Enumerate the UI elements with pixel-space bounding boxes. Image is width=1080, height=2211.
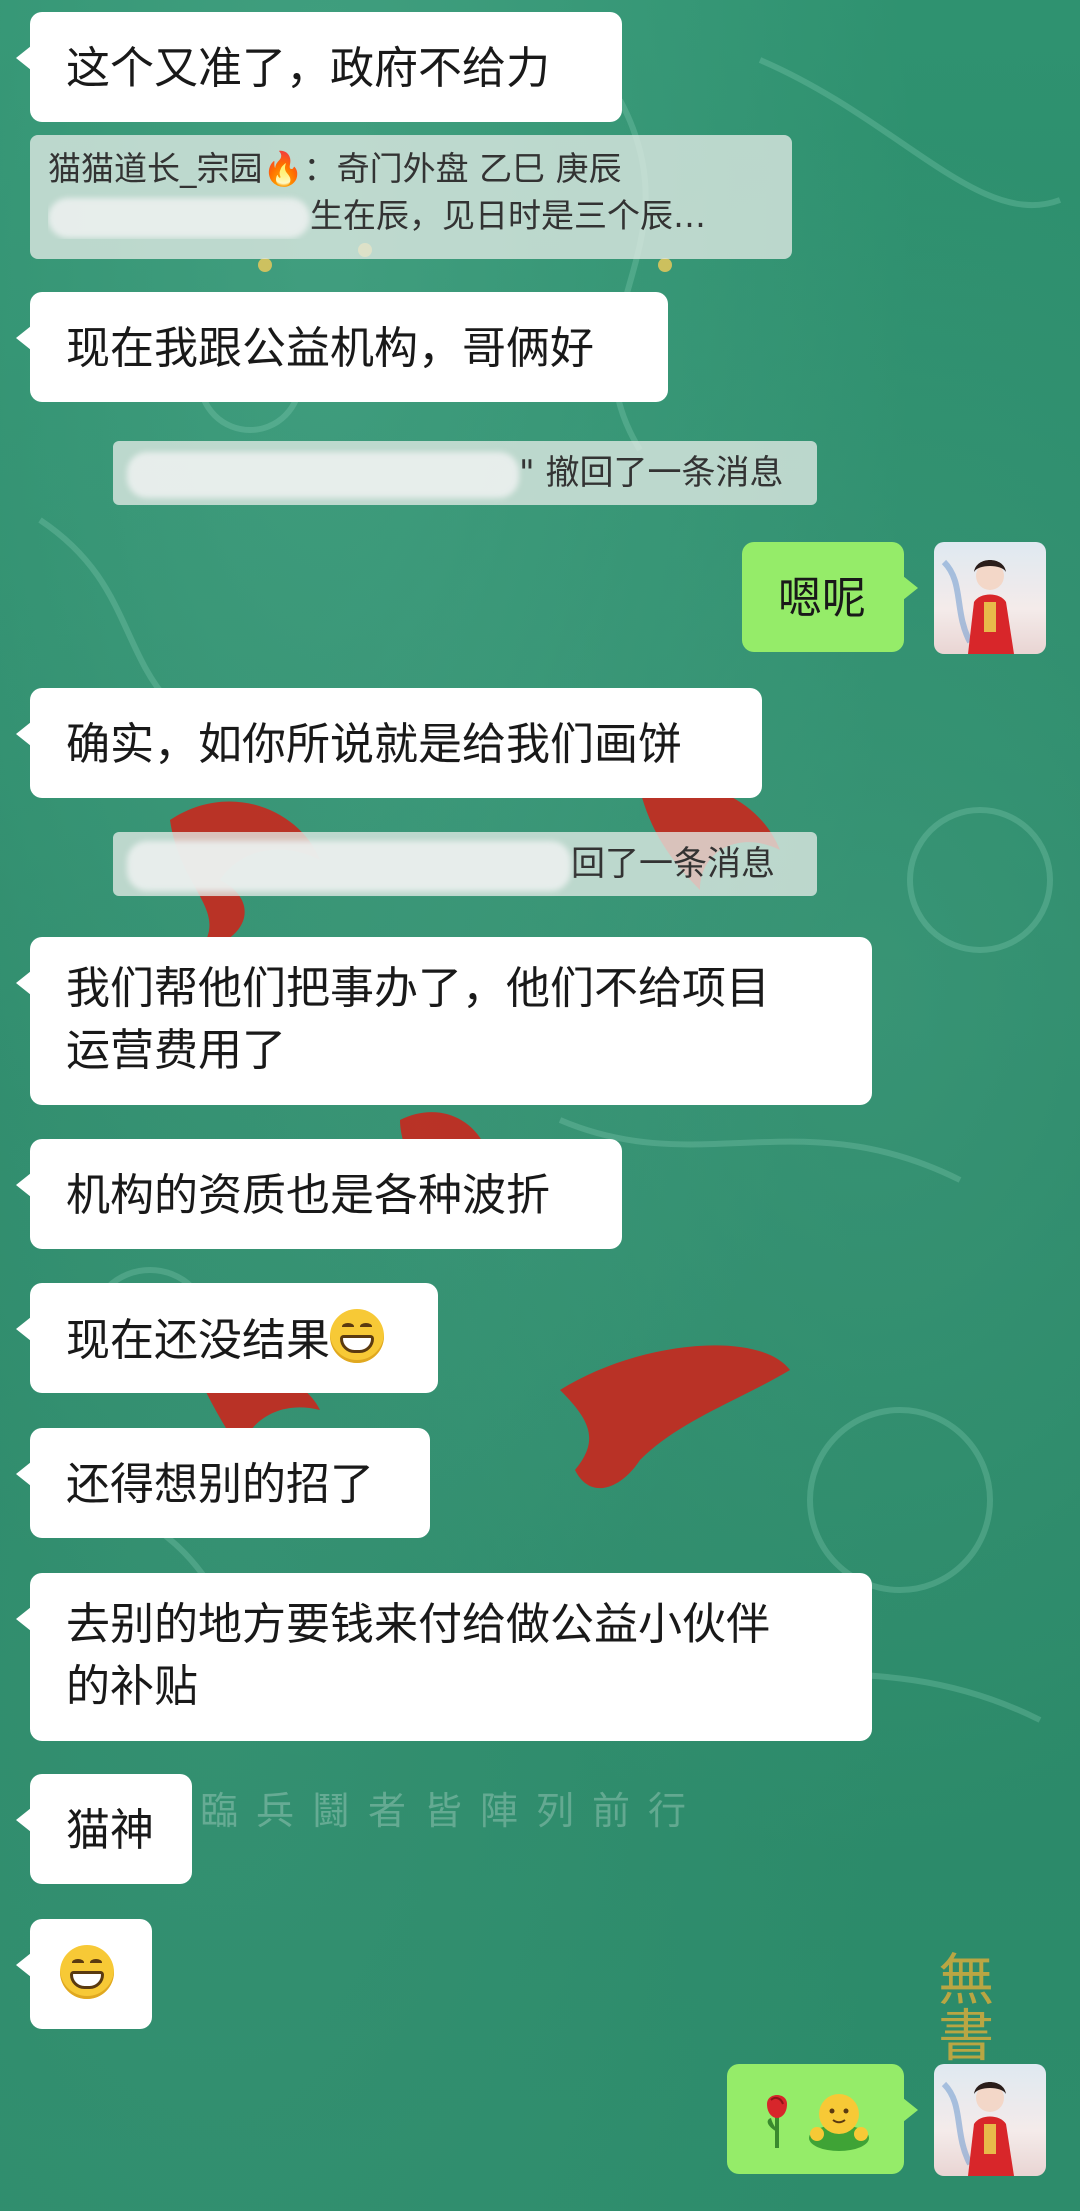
message-text: 现在我跟公益机构，哥俩好 [66,323,594,374]
recall-notice-text: 回了一条消息 [571,844,775,884]
quote-second-line: 生在辰，见日时是三个辰… [310,196,706,235]
message-text: 现在还没结果 [66,1315,330,1366]
message-text: 机构的资质也是各种波折 [66,1170,550,1221]
avatar[interactable] [934,2064,1046,2176]
redacted-text-blur [48,197,310,238]
recall-notice: 回了一条消息 [113,832,817,896]
quoted-message[interactable]: 猫猫道长_宗园🔥：奇门外盘 乙巳 庚辰 生在辰，见日时是三个辰… [30,135,792,259]
emoji-group [767,2094,869,2151]
message-text: 确实，如你所说就是给我们画饼 [66,719,682,770]
quote-author-suffix: ：奇门外盘 乙巳 庚辰 [303,149,622,188]
recall-notice: " 撤回了一条消息 [113,441,817,505]
message-bubble-incoming[interactable]: 我们帮他们把事办了，他们不给项目 运营费用了 [16,937,872,1105]
message-text-line: 去别的地方要钱来付给做公益小伙伴 [66,1599,770,1650]
message-bubble-incoming[interactable]: 机构的资质也是各种波折 [16,1139,622,1249]
message-text: 嗯呢 [778,573,866,624]
message-bubble-outgoing[interactable] [727,2064,918,2174]
message-bubble-incoming[interactable]: 现在我跟公益机构，哥俩好 [16,292,668,402]
avatar[interactable] [934,542,1046,654]
message-bubble-incoming[interactable]: 现在还没结果 [16,1283,438,1393]
rose-emoji [767,2095,787,2148]
grin-emoji [330,1309,384,1363]
redacted-name-blur [127,451,519,498]
message-bubble-incoming[interactable]: 这个又准了，政府不给力 [16,12,622,122]
redacted-name-blur [127,840,571,891]
fire-emoji: 🔥 [262,149,304,188]
background-inscription: 臨兵鬪者皆陣列前行 [200,1789,705,1833]
message-bubble-incoming[interactable]: 去别的地方要钱来付给做公益小伙伴 的补贴 [16,1573,872,1741]
message-bubble-outgoing[interactable]: 嗯呢 [742,542,918,652]
hug-emoji [809,2094,869,2151]
grin-emoji [60,1945,114,1999]
message-bubble-incoming[interactable]: 确实，如你所说就是给我们画饼 [16,688,762,798]
message-text: 还得想别的招了 [66,1459,374,1510]
message-text-line: 的补贴 [66,1661,198,1712]
message-text: 猫神 [66,1805,154,1856]
avatar-figure [941,2081,1014,2176]
message-text: 这个又准了，政府不给力 [66,43,550,94]
message-bubble-incoming[interactable] [16,1919,152,2029]
message-text-line: 运营费用了 [66,1025,286,1076]
avatar-figure [941,559,1014,654]
recall-notice-text: " 撤回了一条消息 [519,453,784,493]
message-text-line: 我们帮他们把事办了，他们不给项目 [66,963,770,1014]
background-corner-text: 無書 [928,1950,994,2062]
message-bubble-incoming[interactable]: 猫神 [16,1774,192,1884]
message-bubble-incoming[interactable]: 还得想别的招了 [16,1428,430,1538]
quote-author: 猫猫道长_宗园 [48,149,263,188]
